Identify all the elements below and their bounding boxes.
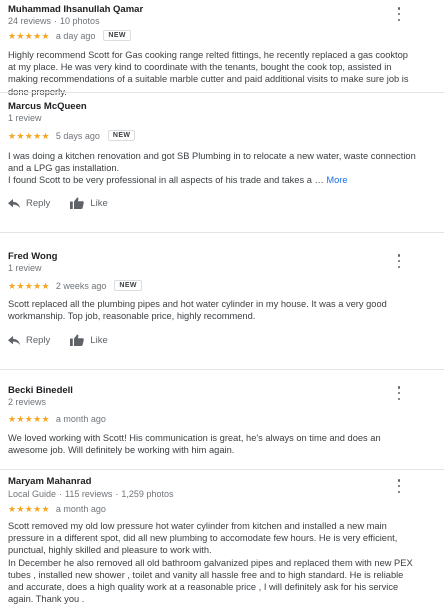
rating-row: ★★★★★ 5 days ago NEW	[8, 130, 136, 141]
dot	[397, 12, 401, 16]
like-button[interactable]: Like	[70, 197, 108, 209]
dot	[397, 397, 401, 400]
review-card: Marcus McQueen 1 review ★★★★★ 5 days ago…	[0, 92, 444, 233]
review-text-paragraph: I was doing a kitchen renovation and got…	[8, 151, 416, 174]
separator-dot: ·	[59, 489, 63, 499]
reviewer-name[interactable]: Marcus McQueen	[8, 101, 87, 112]
review-card: Becki Binedell 2 reviews ★★★★★ a month a…	[0, 369, 444, 470]
reviewer-meta: 24 reviews · 10 photos	[8, 16, 100, 26]
dot	[397, 265, 401, 268]
review-card: Muhammad Ihsanullah Qamar 24 reviews · 10 …	[0, 0, 444, 97]
more-link[interactable]: More	[326, 175, 347, 185]
review-card: Maryam Mahanrad Local Guide · 115 reviews ·…	[0, 469, 444, 604]
more-options-button[interactable]	[394, 7, 404, 21]
reviewer-name[interactable]: Muhammad Ihsanullah Qamar	[8, 4, 143, 15]
reviews-count: 1 review	[8, 263, 42, 273]
rating-row: ★★★★★ 2 weeks ago NEW	[8, 280, 142, 291]
review-actions: Reply Like	[8, 197, 108, 209]
new-badge: NEW	[107, 130, 136, 141]
reviewer-name[interactable]: Becki Binedell	[8, 385, 73, 396]
reviews-count: 2 reviews	[8, 397, 47, 407]
review-actions: Reply Like	[8, 334, 108, 346]
star-rating: ★★★★★	[8, 414, 50, 424]
review-text: We loved working with Scott! His communi…	[8, 432, 416, 456]
more-vert-icon	[397, 386, 401, 389]
reviews-count: 1 review	[8, 113, 42, 123]
reviews-count: 24 reviews	[8, 16, 52, 26]
dot	[397, 490, 401, 493]
more-options-button[interactable]	[394, 479, 404, 493]
reply-arrow-icon	[8, 335, 20, 345]
review-time: a month ago	[55, 504, 106, 514]
review-text-paragraph: Scott removed my old low pressure hot wa…	[8, 521, 398, 556]
reply-button[interactable]: Reply	[8, 198, 50, 209]
reviews-count: 115 reviews	[65, 489, 113, 499]
reviewer-meta: Local Guide · 115 reviews · 1,259 photos	[8, 489, 173, 499]
review-card: Fred Wong 1 review ★★★★★ 2 weeks ago NEW…	[0, 232, 444, 370]
review-text-truncated: I found Scott to be very professional in…	[8, 175, 324, 186]
like-button[interactable]: Like	[70, 334, 108, 346]
reply-arrow-icon	[8, 198, 20, 208]
review-text: I was doing a kitchen renovation and got…	[8, 150, 416, 187]
review-time: 5 days ago	[55, 130, 100, 141]
rating-row: ★★★★★ a day ago NEW	[8, 30, 131, 41]
reply-label: Reply	[26, 197, 51, 209]
dot	[397, 259, 401, 263]
photos-count: 10 photos	[60, 16, 100, 26]
review-text: Scott removed my old low pressure hot wa…	[8, 520, 416, 605]
rating-row: ★★★★★ a month ago	[8, 414, 106, 424]
separator-dot: ·	[54, 16, 58, 26]
dot	[397, 18, 401, 21]
reviewer-name[interactable]: Fred Wong	[8, 251, 57, 262]
reply-label: Reply	[26, 334, 51, 346]
review-text: Scott replaced all the plumbing pipes an…	[8, 298, 416, 322]
new-badge: NEW	[114, 280, 142, 291]
review-text-paragraph: In December he also removed all old bath…	[8, 557, 413, 605]
dot	[397, 391, 401, 395]
thumbs-up-icon	[70, 197, 85, 209]
like-label: Like	[90, 197, 108, 209]
star-rating: ★★★★★	[8, 280, 50, 291]
more-vert-icon	[397, 479, 401, 482]
more-options-button[interactable]	[394, 254, 404, 268]
new-badge: NEW	[103, 30, 131, 41]
star-rating: ★★★★★	[8, 130, 50, 141]
review-text-paragraph: We loved working with Scott! His communi…	[8, 433, 381, 456]
reply-button[interactable]: Reply	[8, 335, 50, 346]
like-label: Like	[90, 334, 108, 346]
more-options-button[interactable]	[394, 386, 404, 400]
review-text-paragraph: Scott replaced all the plumbing pipes an…	[8, 299, 387, 322]
more-vert-icon	[397, 254, 401, 257]
star-rating: ★★★★★	[8, 30, 50, 41]
rating-row: ★★★★★ a month ago	[8, 504, 106, 514]
review-time: a day ago	[55, 30, 96, 41]
dot	[397, 484, 401, 488]
star-rating: ★★★★★	[8, 504, 50, 514]
more-vert-icon	[397, 7, 401, 10]
review-text-paragraph-truncated: I found Scott to be very professional in…	[8, 174, 416, 186]
review-text-paragraph: Highly recommend Scott for Gas cooking r…	[8, 50, 409, 97]
local-guide-label: Local Guide	[8, 489, 57, 499]
thumbs-up-icon	[70, 334, 85, 346]
photos-count: 1,259 photos	[121, 489, 174, 499]
reviewer-name[interactable]: Maryam Mahanrad	[8, 476, 91, 487]
review-text: Highly recommend Scott for Gas cooking r…	[8, 49, 416, 98]
review-time: a month ago	[55, 414, 106, 424]
review-time: 2 weeks ago	[55, 280, 107, 291]
